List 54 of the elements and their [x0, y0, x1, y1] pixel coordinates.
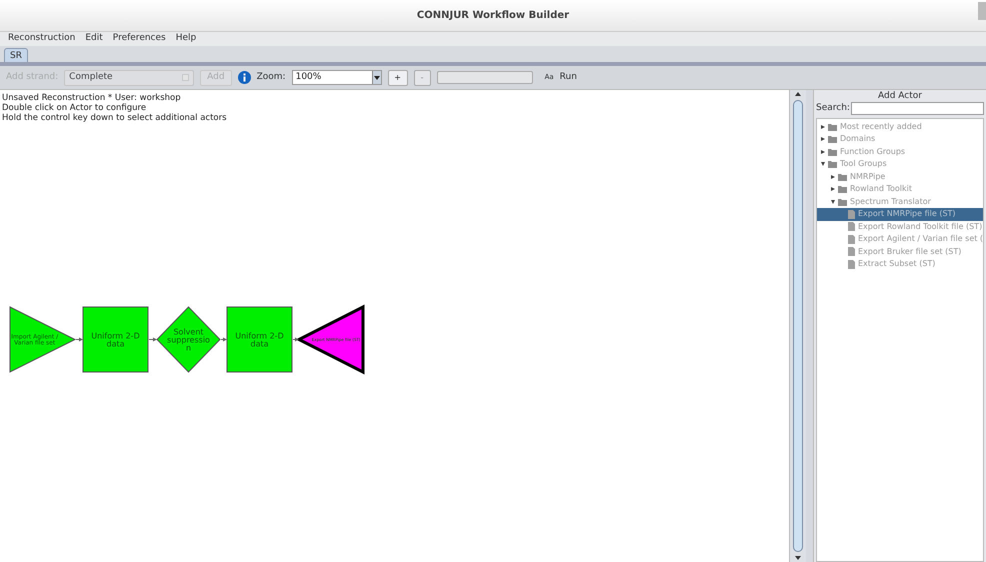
tree-item[interactable]: Domains: [817, 133, 983, 146]
tree-item[interactable]: Export Bruker file set (ST): [817, 246, 983, 258]
tree-item[interactable]: Export Agilent / Varian file set (: [817, 233, 983, 246]
zoom-label: Zoom:: [256, 70, 286, 84]
tree-item[interactable]: Function Groups: [817, 146, 983, 158]
menu-item[interactable]: Reconstruction: [8, 32, 76, 46]
tree-item[interactable]: Export NMRPipe file (ST): [817, 208, 983, 220]
add-button[interactable]: Add: [200, 70, 232, 86]
strand-dropdown[interactable]: Complete: [64, 70, 194, 86]
node-label: suppressio: [167, 335, 210, 344]
search-field[interactable]: [850, 102, 984, 116]
actor-node[interactable]: [226, 306, 292, 372]
window-title: CONNJUR Workflow Builder: [416, 9, 570, 23]
tree-item[interactable]: Tool Groups: [817, 158, 983, 170]
menu-item[interactable]: Help: [176, 32, 196, 46]
dropdown-value: 100%: [296, 70, 322, 84]
info-text: Double click on Actor to configure: [2, 103, 148, 113]
tree-item[interactable]: NMRPipe: [817, 170, 983, 183]
scrollbar[interactable]: [790, 90, 806, 562]
tree-item[interactable]: Spectrum Translator: [817, 196, 983, 208]
connector-arrow: [76, 338, 83, 342]
info-icon[interactable]: [238, 71, 251, 84]
info-text: Hold the control key down to select additional actors: [2, 113, 227, 123]
tree-item[interactable]: Most recently added: [817, 120, 983, 133]
tab[interactable]: SR: [4, 48, 28, 62]
node-label: data: [250, 339, 269, 348]
scroll-down-arrow-icon[interactable]: [795, 556, 801, 560]
info-text: Unsaved Reconstruction * User: workshop: [2, 93, 182, 103]
tree-item[interactable]: Extract Subset (ST): [817, 258, 983, 270]
actor-node[interactable]: [296, 304, 364, 374]
zoom-out-button[interactable]: -: [414, 70, 431, 86]
tree-item[interactable]: Rowland Toolkit: [817, 183, 983, 196]
menu-item[interactable]: Preferences: [112, 32, 166, 46]
node-label: n: [186, 343, 192, 352]
scrollbar-thumb[interactable]: [793, 100, 803, 552]
scroll-up-arrow-icon[interactable]: [795, 92, 801, 96]
node-label: Uniform 2-D: [235, 331, 284, 340]
node-label: data: [106, 339, 125, 348]
node-label: Solvent: [173, 327, 204, 336]
dropdown-value: Complete: [69, 70, 113, 84]
tree-item[interactable]: Export Rowland Toolkit file (ST): [817, 220, 983, 233]
actor-node[interactable]: [82, 306, 148, 372]
node-label: Uniform 2-D: [91, 331, 140, 340]
actor-node[interactable]: [10, 306, 76, 373]
connector-arrow: [148, 338, 157, 342]
connector-arrow: [292, 338, 299, 342]
menu-item[interactable]: Edit: [85, 32, 103, 46]
connector-arrow: [220, 338, 227, 342]
zoom-in-button[interactable]: +: [388, 70, 408, 86]
zoom-dropdown[interactable]: 100%: [292, 70, 382, 85]
actor-node[interactable]: [156, 306, 221, 373]
search-label: Search:: [816, 102, 850, 115]
panel-title: Add Actor: [877, 90, 923, 102]
run-button[interactable]: Run: [560, 70, 577, 84]
